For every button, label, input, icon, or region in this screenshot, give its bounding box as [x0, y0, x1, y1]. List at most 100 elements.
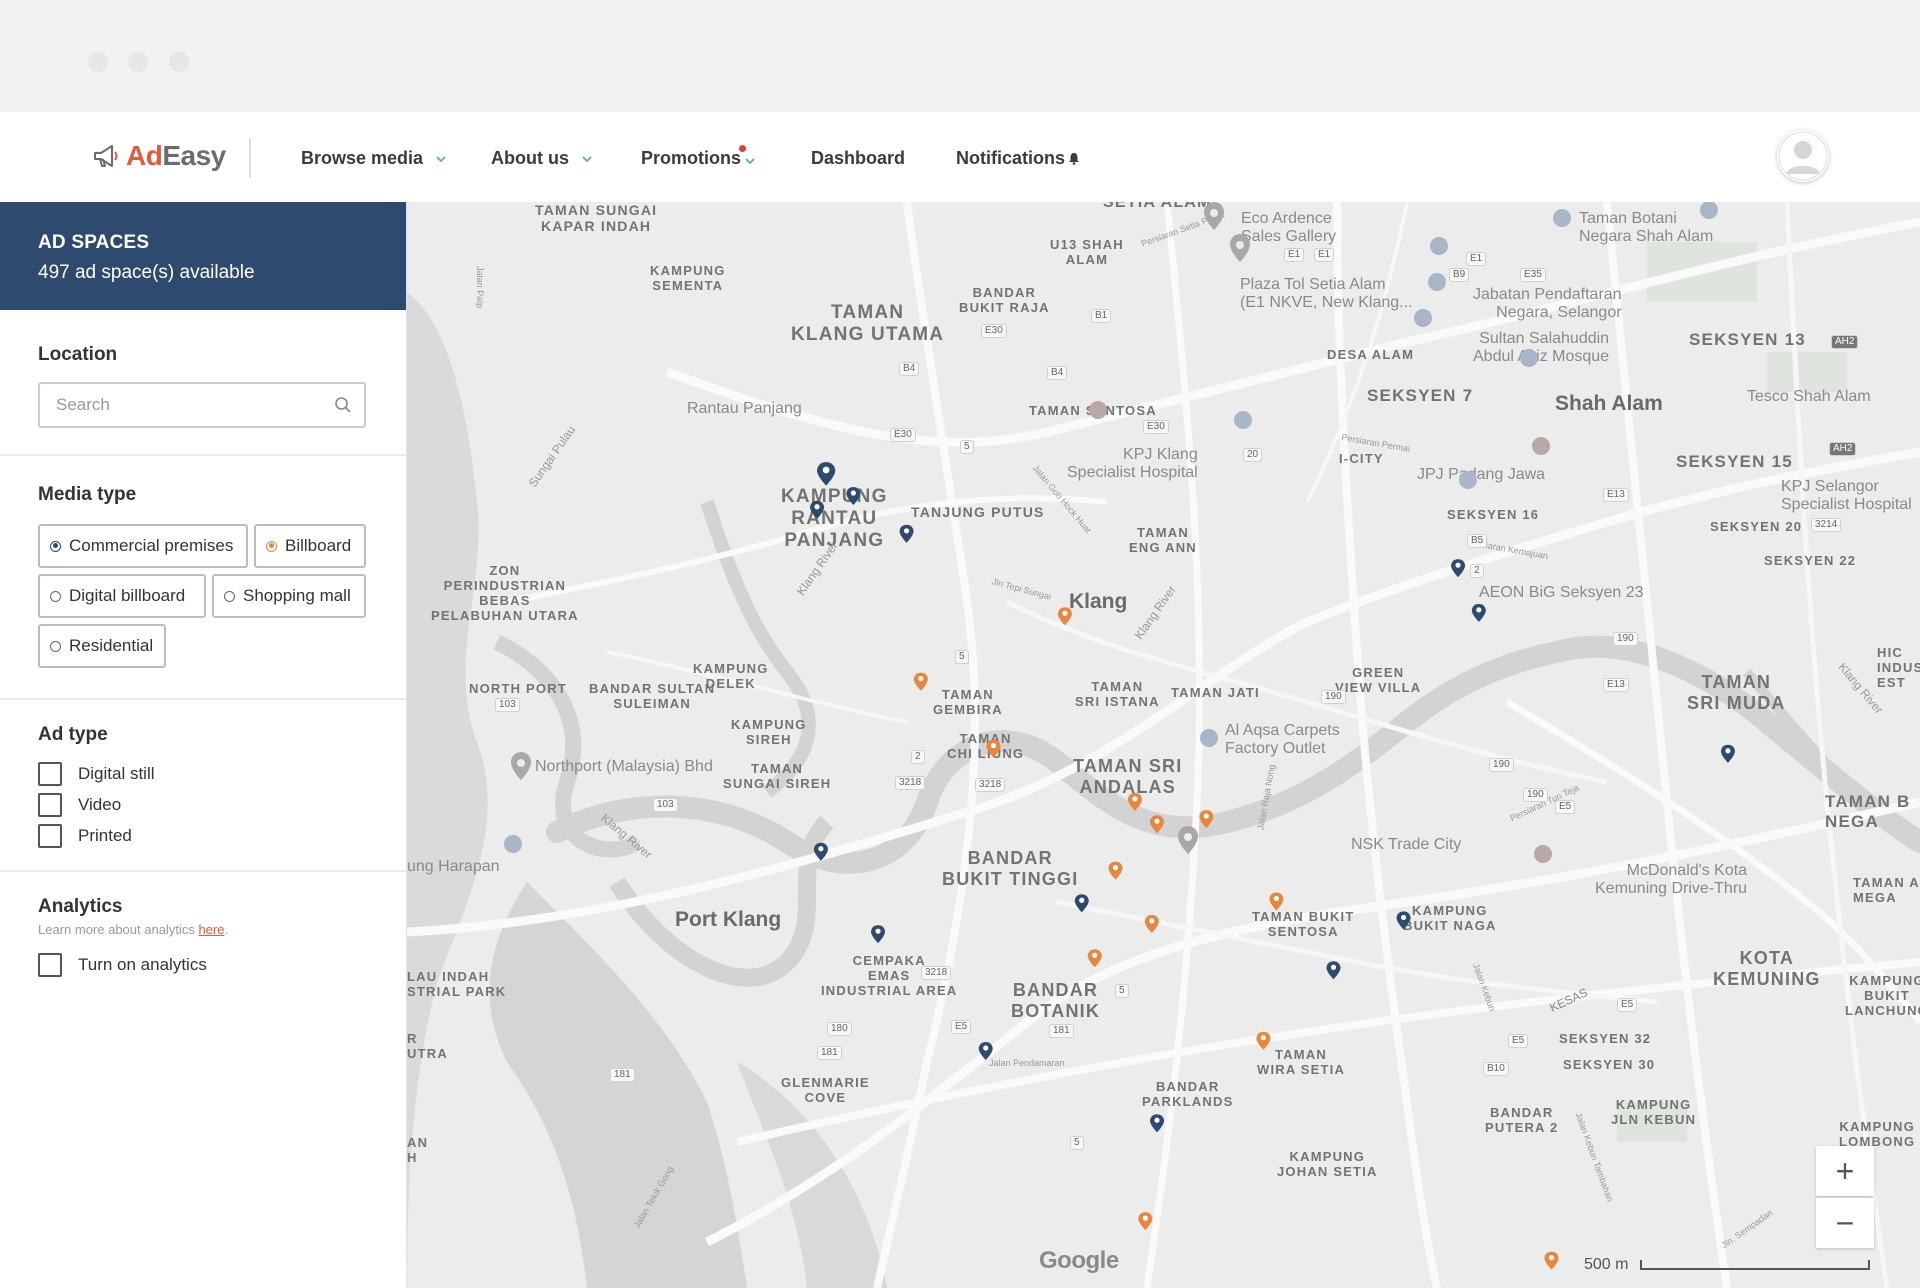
ad-space-pin-commercial[interactable]	[871, 925, 886, 944]
media-type-section: Media type Commercial premises Billboard…	[0, 456, 406, 700]
ad-type-digital-still[interactable]: Digital still	[38, 758, 368, 789]
ad-space-pin-billboard[interactable]	[1087, 949, 1102, 968]
window-dot-minimize[interactable]	[128, 52, 148, 72]
ad-spaces-header: AD SPACES 497 ad space(s) available	[0, 202, 406, 310]
scale-label: 500 m	[1584, 1256, 1629, 1273]
checkbox-label: Turn on analytics	[78, 954, 207, 974]
user-avatar[interactable]	[1777, 130, 1829, 182]
chip-label: Digital billboard	[69, 586, 186, 605]
ad-space-pin-billboard[interactable]	[1269, 892, 1284, 911]
radio-icon	[50, 640, 61, 652]
nav-promotions-label: Promotions	[641, 148, 742, 168]
ad-type-printed[interactable]: Printed	[38, 820, 368, 851]
checkbox[interactable]	[38, 761, 62, 786]
nav-about-us-label: About us	[491, 148, 569, 168]
ad-type-section: Ad type Digital still Video Printed	[0, 700, 406, 872]
location-search-box[interactable]	[38, 382, 366, 428]
checkbox-label: Video	[78, 794, 122, 814]
window-dot-close[interactable]	[88, 52, 108, 72]
user-icon	[1778, 131, 1828, 181]
media-type-options: Commercial premises Billboard Digital bi…	[38, 524, 378, 668]
ad-space-pin-commercial[interactable]	[1396, 911, 1411, 930]
location-search-input[interactable]	[54, 394, 328, 416]
ad-space-pin-billboard[interactable]	[1144, 914, 1159, 933]
radio-icon	[50, 590, 61, 602]
media-type-billboard[interactable]: Billboard	[254, 524, 366, 568]
checkbox-label: Digital still	[78, 763, 155, 783]
media-type-commercial-premises[interactable]: Commercial premises	[38, 524, 248, 568]
media-type-residential[interactable]: Residential	[38, 624, 166, 668]
nav-notifications-label: Notifications	[956, 148, 1066, 168]
nav-promotions[interactable]: Promotions	[641, 144, 755, 169]
bell-icon	[1069, 153, 1080, 165]
ad-space-pin-commercial[interactable]	[813, 842, 828, 861]
ad-space-pin-billboard[interactable]	[1199, 810, 1214, 829]
scale-bar	[1640, 1260, 1871, 1270]
promotions-new-dot	[739, 144, 747, 152]
ad-space-pin-billboard[interactable]	[1108, 861, 1123, 880]
nav-browse-media-label: Browse media	[301, 148, 424, 168]
location-title: Location	[38, 344, 118, 365]
ad-space-pin-billboard[interactable]	[1544, 1251, 1559, 1270]
ad-space-pins-layer	[810, 462, 1735, 1270]
ad-space-pin-billboard[interactable]	[1138, 1212, 1153, 1231]
analytics-title: Analytics	[38, 896, 123, 917]
ad-space-pin-billboard[interactable]	[913, 672, 928, 691]
ad-type-options: Digital still Video Printed	[38, 758, 368, 851]
nav-browse-media[interactable]: Browse media	[301, 148, 447, 169]
checkbox-label: Printed	[78, 825, 132, 845]
filter-sidebar: AD SPACES 497 ad space(s) available Loca…	[0, 202, 407, 1288]
nav-dashboard[interactable]: Dashboard	[811, 148, 905, 169]
radio-icon	[224, 590, 235, 602]
ad-space-pin-commercial[interactable]	[1326, 961, 1341, 980]
ad-space-pin-commercial[interactable]	[1720, 744, 1735, 763]
ad-type-video[interactable]: Video	[38, 789, 368, 820]
window-chrome	[0, 0, 1920, 112]
ad-spaces-count: 497 ad space(s) available	[38, 262, 255, 283]
ad-space-pin-commercial[interactable]	[1471, 603, 1486, 622]
radio-selected-icon	[266, 540, 277, 552]
ad-space-pin-billboard[interactable]	[1150, 815, 1165, 834]
logo-divider	[249, 138, 251, 178]
media-type-title: Media type	[38, 484, 137, 505]
location-section: Location	[0, 310, 406, 456]
ad-space-pin-commercial[interactable]	[1150, 1114, 1165, 1133]
window-dot-maximize[interactable]	[169, 52, 189, 72]
ad-space-pin-billboard[interactable]	[1127, 792, 1142, 811]
ad-space-pin-commercial[interactable]	[978, 1042, 993, 1061]
ad-space-pin-billboard[interactable]	[1256, 1031, 1271, 1050]
ad-space-pin-commercial[interactable]	[810, 500, 825, 519]
ad-space-pin-commercial[interactable]	[817, 462, 836, 486]
map-view[interactable]: TAMAN SUNGAI KAPAR INDAH KAMPUNG SEMENTA…	[407, 202, 1920, 1288]
chip-label: Billboard	[285, 536, 352, 555]
ad-space-pin-commercial[interactable]	[1451, 559, 1466, 578]
zoom-out-button[interactable]: −	[1816, 1198, 1874, 1248]
ad-spaces-title: AD SPACES	[38, 232, 150, 253]
search-icon	[335, 397, 351, 413]
nav-about-us[interactable]: About us	[491, 148, 593, 169]
media-type-digital-billboard[interactable]: Digital billboard	[38, 574, 206, 618]
megaphone-icon	[94, 145, 118, 167]
top-navbar: AdEasy Browse media About us Promotions …	[0, 112, 1920, 203]
nav-notifications[interactable]: Notifications	[956, 148, 1080, 169]
analytics-section: Analytics Learn more about analytics her…	[0, 872, 406, 980]
ad-space-pin-billboard[interactable]	[1057, 607, 1072, 626]
checkbox[interactable]	[38, 952, 62, 977]
nav-dashboard-label: Dashboard	[811, 148, 906, 168]
logo-text: AdEasy	[126, 140, 226, 171]
ad-space-pin-commercial[interactable]	[899, 524, 914, 543]
analytics-learn-more-link[interactable]: here	[198, 922, 224, 937]
ad-space-pin-commercial[interactable]	[846, 486, 861, 505]
ad-type-title: Ad type	[38, 724, 108, 745]
logo[interactable]: AdEasy	[92, 140, 226, 172]
chevron-down-icon	[745, 157, 755, 164]
zoom-in-button[interactable]: +	[1816, 1146, 1874, 1196]
media-type-shopping-mall[interactable]: Shopping mall	[212, 574, 366, 618]
chip-label: Residential	[69, 636, 154, 655]
radio-selected-icon	[50, 540, 61, 552]
checkbox[interactable]	[38, 792, 62, 817]
analytics-toggle[interactable]: Turn on analytics	[38, 949, 368, 980]
checkbox[interactable]	[38, 823, 62, 848]
ad-space-pin-commercial[interactable]	[1074, 894, 1089, 913]
ad-space-pin-billboard[interactable]	[986, 739, 1001, 758]
